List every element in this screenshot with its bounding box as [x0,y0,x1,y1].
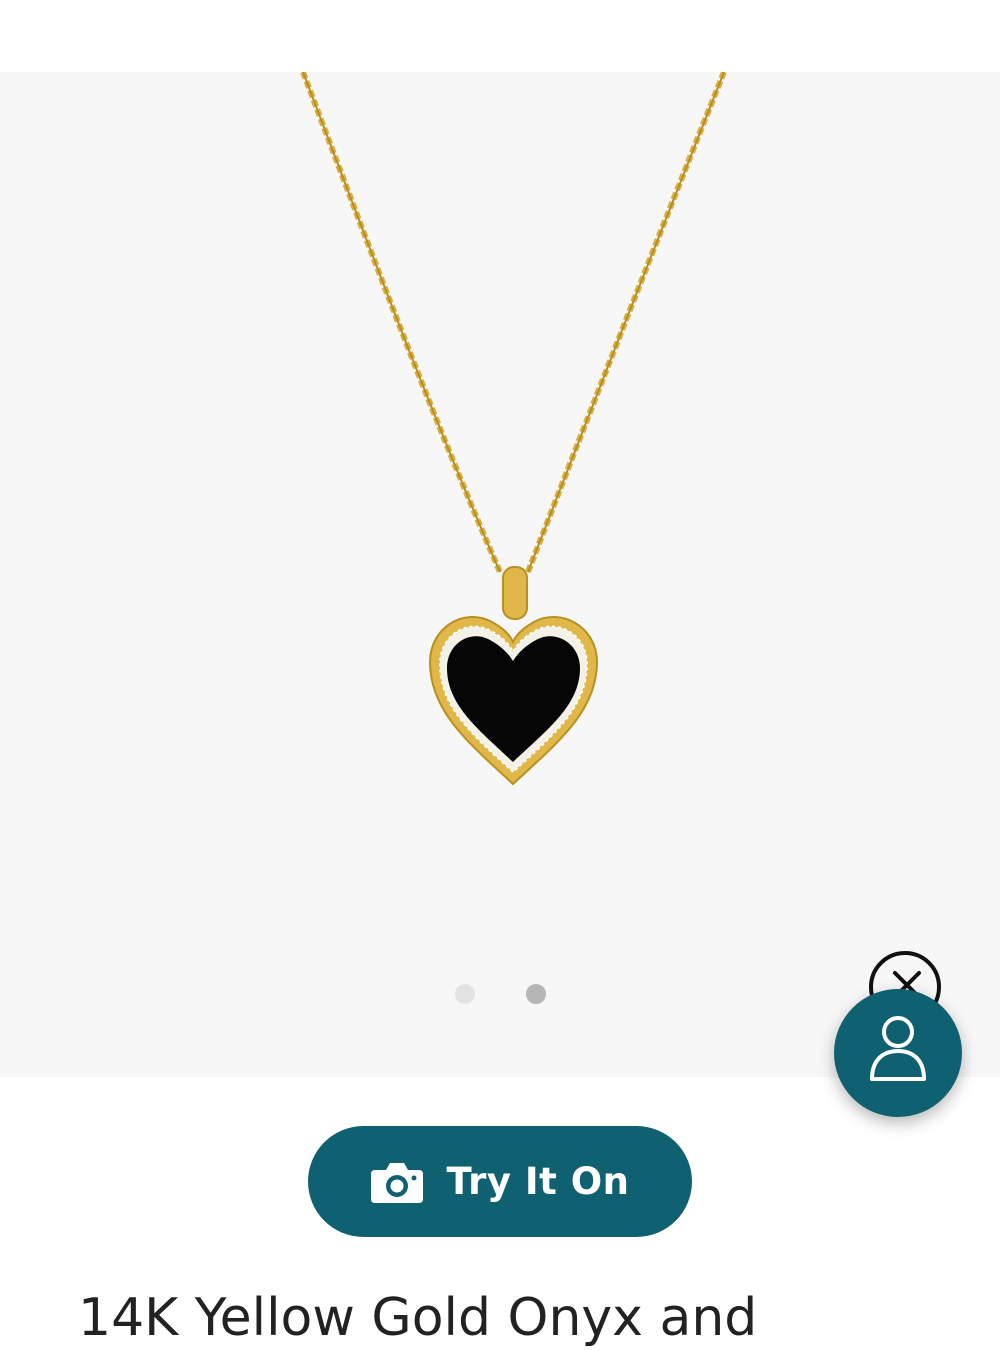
camera-icon [371,1162,424,1203]
account-button[interactable] [834,989,962,1117]
person-icon [870,1016,926,1081]
try-it-on-label: Try It On [446,1160,630,1203]
gallery-pagination [0,984,1000,1004]
gallery-dot-1[interactable] [455,984,475,1004]
top-bar [0,0,1000,72]
gallery-dot-2-active[interactable] [526,984,546,1004]
try-it-on-button[interactable]: Try It On [308,1126,692,1237]
product-image[interactable] [0,72,1000,1077]
product-title: 14K Yellow Gold Onyx and [78,1288,758,1348]
product-image-gallery[interactable] [0,72,1000,1077]
